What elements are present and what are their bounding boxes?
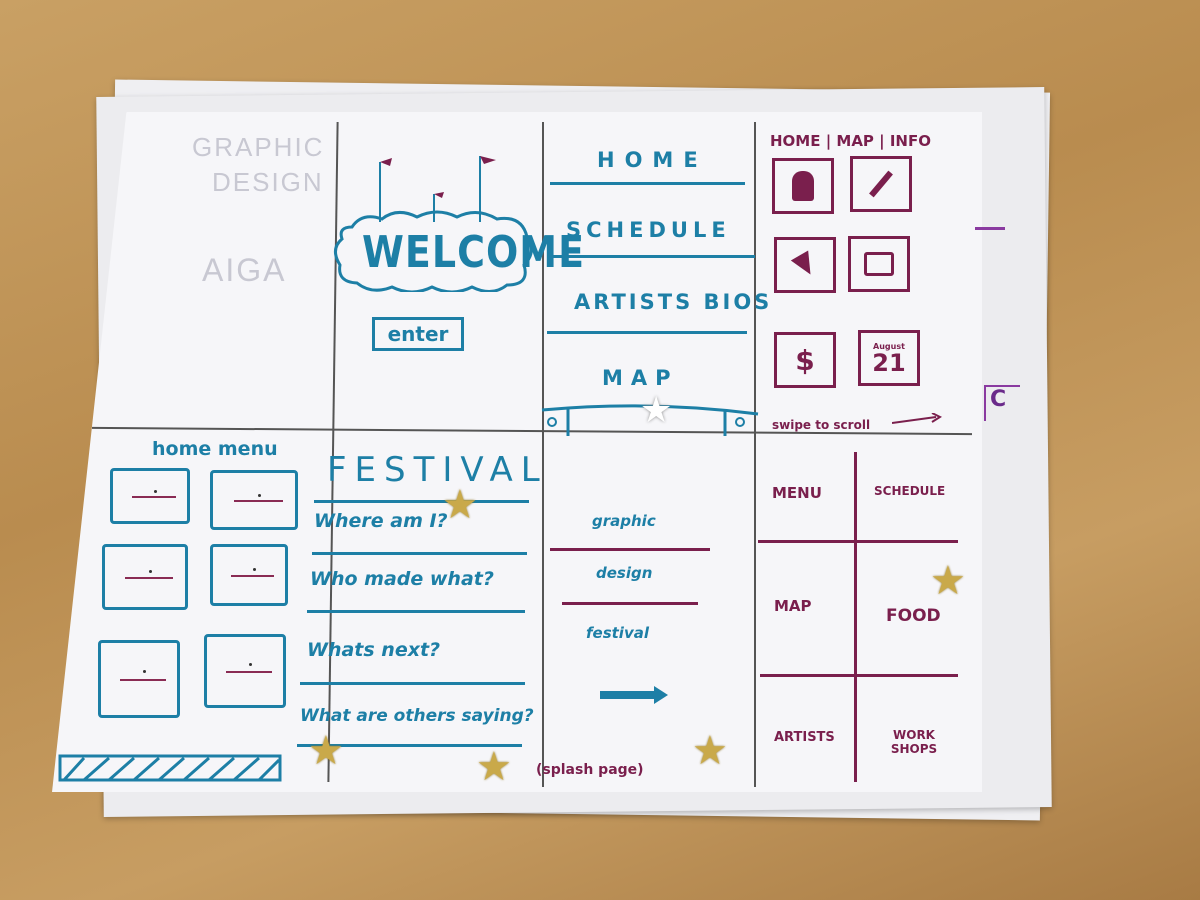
festival-title: FESTIVAL bbox=[327, 450, 548, 490]
tile-person[interactable] bbox=[772, 158, 834, 214]
divider-line bbox=[760, 674, 958, 677]
thumbnail-frame[interactable] bbox=[204, 634, 286, 708]
gold-star-sticker: ★ bbox=[930, 558, 966, 604]
divider-vertical-3 bbox=[754, 122, 756, 787]
divider-line bbox=[547, 255, 755, 258]
splash-caption: (splash page) bbox=[536, 762, 644, 778]
nav-item-map[interactable]: MAP bbox=[602, 366, 679, 390]
pizza-icon bbox=[790, 250, 820, 280]
quad-food[interactable]: FOOD bbox=[886, 606, 941, 626]
nav-item-schedule[interactable]: SCHEDULE bbox=[566, 218, 731, 242]
thumbnail-frame[interactable] bbox=[98, 640, 180, 718]
scribble-footer bbox=[54, 752, 284, 784]
divider-line bbox=[562, 602, 698, 605]
divider-line bbox=[758, 540, 958, 543]
quad-menu[interactable]: MENU bbox=[772, 484, 822, 502]
thumbnail-frame[interactable] bbox=[102, 544, 188, 610]
gold-star-sticker: ★ bbox=[442, 482, 478, 528]
camera-icon bbox=[864, 252, 894, 276]
quad-artists[interactable]: ARTISTS bbox=[774, 730, 835, 745]
tile-calendar[interactable]: August 21 bbox=[858, 330, 920, 386]
calendar-day: 21 bbox=[872, 348, 906, 377]
top-tabs[interactable]: HOME | MAP | INFO bbox=[770, 132, 931, 150]
swipe-hint: swipe to scroll bbox=[772, 418, 871, 432]
bleed-through-text: GRAPHIC bbox=[192, 132, 325, 162]
question-what-are-others-saying[interactable]: What are others saying? bbox=[300, 706, 534, 726]
arrow-right-icon bbox=[891, 412, 943, 426]
divider-line bbox=[300, 682, 525, 685]
splash-line-design: design bbox=[596, 564, 653, 582]
dollar-icon: $ bbox=[795, 343, 815, 377]
divider-line bbox=[312, 552, 527, 555]
question-where-am-i[interactable]: Where am I? bbox=[314, 510, 448, 532]
gold-star-sticker: ★ bbox=[692, 728, 728, 774]
margin-dash bbox=[975, 227, 1005, 230]
thumbnail-frame[interactable] bbox=[210, 544, 288, 606]
quad-schedule[interactable]: SCHEDULE bbox=[874, 484, 945, 498]
nav-item-home[interactable]: HOME bbox=[597, 148, 708, 172]
divider-line bbox=[314, 500, 529, 503]
nav-item-artists-bios[interactable]: ARTISTS BIOS bbox=[574, 290, 772, 314]
question-who-made-what[interactable]: Who made what? bbox=[310, 568, 494, 590]
divider-line bbox=[307, 610, 525, 613]
tile-camera[interactable] bbox=[848, 236, 910, 292]
divider-vertical-plum bbox=[854, 452, 857, 782]
divider-line bbox=[547, 331, 747, 334]
paper-sheet-front: GRAPHIC DESIGN AIGA WELCOME enter HOME S… bbox=[52, 112, 982, 792]
quad-map[interactable]: MAP bbox=[774, 597, 812, 615]
thumbnail-frame[interactable] bbox=[110, 468, 190, 524]
white-star-sticker: ★ bbox=[640, 390, 673, 431]
tile-pizza[interactable] bbox=[774, 237, 836, 293]
splash-line-graphic: graphic bbox=[592, 512, 656, 530]
bleed-through-text: DESIGN bbox=[212, 167, 324, 197]
quad-workshops[interactable]: WORK SHOPS bbox=[874, 728, 954, 756]
divider-line bbox=[550, 548, 710, 551]
margin-letter-c: C bbox=[984, 385, 1020, 421]
brush-icon bbox=[869, 170, 893, 198]
enter-button[interactable]: enter bbox=[372, 317, 464, 351]
home-menu-title: home menu bbox=[152, 438, 278, 460]
gold-star-sticker: ★ bbox=[308, 728, 344, 774]
question-whats-next[interactable]: Whats next? bbox=[307, 639, 440, 661]
thumbnail-frame[interactable] bbox=[210, 470, 298, 530]
tile-dollar[interactable]: $ bbox=[774, 332, 836, 388]
divider-line bbox=[550, 182, 745, 185]
arrow-right-icon[interactable] bbox=[600, 684, 670, 706]
welcome-title: WELCOME bbox=[362, 226, 586, 278]
tile-brush[interactable] bbox=[850, 156, 912, 212]
gold-star-sticker: ★ bbox=[476, 744, 512, 790]
splash-line-festival: festival bbox=[586, 624, 649, 642]
person-icon bbox=[792, 171, 814, 201]
bleed-through-text: AIGA bbox=[202, 252, 287, 288]
